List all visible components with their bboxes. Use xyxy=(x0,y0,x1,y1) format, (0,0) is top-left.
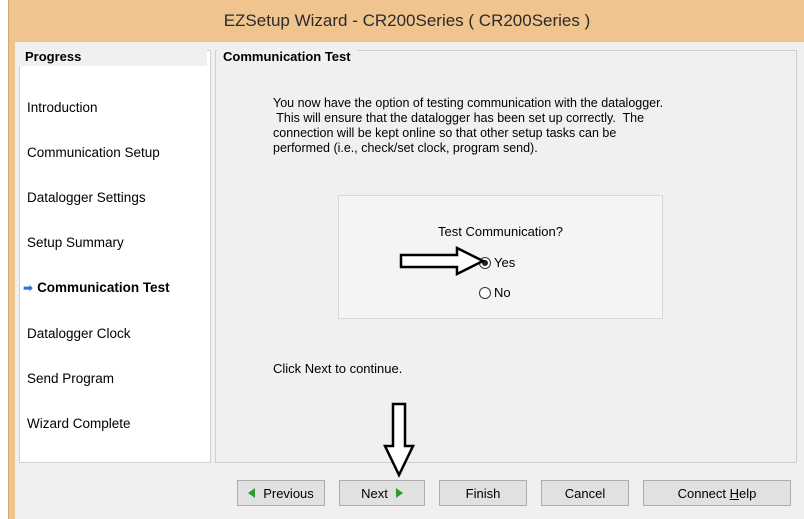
description-line: You now have the option of testing commu… xyxy=(273,96,664,110)
cancel-button-label: Cancel xyxy=(564,485,606,501)
step-datalogger-settings: Datalogger Settings xyxy=(27,190,146,205)
page-title: Communication Test xyxy=(217,48,357,66)
previous-button-label: Previous xyxy=(263,485,314,501)
previous-arrow-icon xyxy=(248,488,256,498)
wizard-client-area: Progress Introduction Communication Setu… xyxy=(15,42,804,519)
connect-help-label: Connect Help xyxy=(677,485,757,501)
connect-help-button[interactable]: Connect Help xyxy=(643,480,791,506)
radio-yes-label: Yes xyxy=(494,255,516,270)
radio-button-unselected[interactable] xyxy=(479,286,491,299)
progress-title: Progress xyxy=(19,48,207,66)
annotation-arrow-down-icon xyxy=(383,402,415,478)
cancel-button[interactable]: Cancel xyxy=(541,480,629,506)
step-wizard-complete: Wizard Complete xyxy=(27,416,131,431)
step-send-program: Send Program xyxy=(27,371,115,386)
test-communication-question: Test Communication? xyxy=(438,224,563,239)
window-title: EZSetup Wizard - CR200Series ( CR200Seri… xyxy=(223,11,591,30)
description-text: You now have the option of testing commu… xyxy=(273,96,753,156)
next-button[interactable]: Next xyxy=(339,480,425,506)
step-communication-setup: Communication Setup xyxy=(27,145,160,160)
step-introduction: Introduction xyxy=(27,100,98,115)
radio-no[interactable]: No xyxy=(479,285,511,300)
next-button-label: Next xyxy=(361,485,388,501)
click-next-instruction: Click Next to continue. xyxy=(273,361,403,376)
description-line: performed (i.e., check/set clock, progra… xyxy=(273,141,538,155)
wizard-window: EZSetup Wizard - CR200Series ( CR200Seri… xyxy=(8,0,804,519)
step-datalogger-clock: Datalogger Clock xyxy=(27,326,131,341)
radio-no-label: No xyxy=(494,285,511,300)
finish-button-label: Finish xyxy=(465,485,501,501)
finish-button[interactable]: Finish xyxy=(439,480,527,506)
step-communication-test: ➡ Communication Test xyxy=(23,280,170,295)
description-line: connection will be kept online so that o… xyxy=(273,126,617,140)
step-setup-summary: Setup Summary xyxy=(27,235,124,250)
annotation-arrow-right-icon xyxy=(399,246,486,276)
test-communication-box: Test Communication? Yes No xyxy=(338,195,663,319)
next-arrow-icon xyxy=(395,488,403,498)
current-step-arrow-icon: ➡ xyxy=(23,281,34,295)
description-line: This will ensure that the datalogger has… xyxy=(273,111,645,125)
previous-button[interactable]: Previous xyxy=(237,480,325,506)
